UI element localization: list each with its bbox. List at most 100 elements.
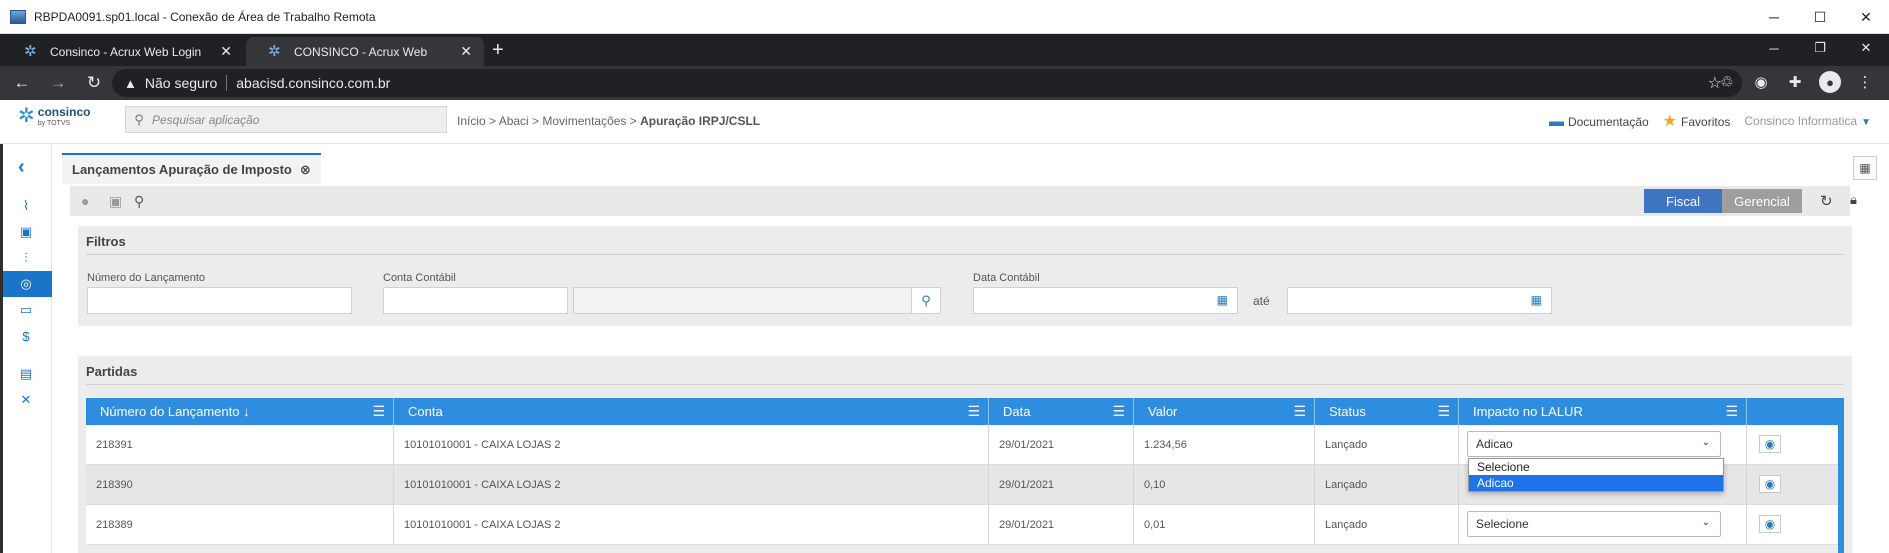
cell-numero: 218389	[86, 505, 394, 545]
column-header-label: Valor	[1148, 404, 1178, 419]
cell-actions: ◉	[1747, 465, 1844, 505]
lock-icon[interactable]: 🔒︎	[1850, 192, 1857, 208]
restore-icon[interactable]: ❐	[1797, 34, 1843, 62]
favorites-link[interactable]: ★ Favoritos	[1663, 111, 1731, 131]
eye-icon[interactable]: ◉	[1759, 435, 1781, 453]
fiscal-button[interactable]: Fiscal	[1644, 189, 1722, 213]
cell-valor: 0,01	[1134, 505, 1315, 545]
breadcrumb-path[interactable]: Início > Abaci > Movimentações >	[457, 114, 640, 128]
warning-icon: ▲	[124, 75, 137, 91]
conta-search-button[interactable]: ⚲	[911, 287, 941, 314]
impacto-select[interactable]: Adicao ⌄	[1467, 431, 1721, 457]
filters-divider	[86, 254, 1844, 255]
impacto-select[interactable]: Selecione ⌄	[1467, 511, 1721, 537]
gerencial-button[interactable]: Gerencial	[1722, 189, 1802, 213]
ate-label: até	[1253, 294, 1270, 308]
conta-descricao-field	[573, 287, 912, 314]
new-tab-icon[interactable]: +	[492, 39, 504, 62]
maximize-icon[interactable]: ☐	[1797, 0, 1843, 34]
document-icon[interactable]: ▤	[0, 361, 52, 387]
grid-scrollbar[interactable]	[1838, 425, 1844, 553]
dropdown-option-selecione[interactable]: Selecione	[1469, 459, 1723, 475]
documentation-label: Documentação	[1567, 114, 1649, 129]
column-header-impacto[interactable]: Impacto no LALUR ☰	[1459, 398, 1747, 425]
search-icon[interactable]: ⚲	[134, 193, 144, 210]
eye-icon[interactable]: ◉	[1759, 475, 1781, 493]
recycle-extension-icon[interactable]: ♲	[1717, 71, 1737, 93]
impacto-select-value: Selecione	[1476, 517, 1529, 531]
puzzle-extension-icon[interactable]: ✚	[1785, 71, 1805, 93]
data-fim-input[interactable]: ▦	[1287, 287, 1552, 314]
documentation-link[interactable]: ▬ Documentação	[1549, 113, 1649, 130]
tab-close-icon[interactable]: ✕	[460, 43, 472, 60]
column-header-label: Número do Lançamento	[100, 404, 240, 419]
export-icon[interactable]: ▦	[1853, 156, 1877, 180]
tab-lancamentos[interactable]: Lançamentos Apuração de Imposto ⊗	[62, 153, 321, 184]
chart-icon[interactable]: ⌇	[0, 193, 52, 219]
conta-contabil-input[interactable]	[383, 287, 568, 314]
rdp-title-bar: RBPDA0091.sp01.local - Conexão de Área d…	[0, 0, 1889, 34]
calendar-icon[interactable]: ▦	[1217, 293, 1228, 307]
monitor-icon[interactable]: ▭	[0, 297, 52, 323]
column-menu-icon[interactable]: ☰	[372, 403, 385, 420]
partidas-title: Partidas	[86, 364, 138, 379]
action-bar: ● ▣ ⚲ Fiscal Gerencial ↻ 🔒︎	[70, 186, 1857, 216]
tab-close-icon[interactable]: ✕	[220, 43, 232, 60]
close-icon[interactable]: ✕	[1843, 34, 1889, 62]
app-header: ✲ consinco by TOTVS ⚲ Pesquisar aplicaçã…	[0, 100, 1889, 144]
forward-icon[interactable]: →	[44, 69, 72, 97]
more-menu-icon[interactable]: ⋮	[1855, 71, 1875, 93]
save-icon[interactable]: ▣	[109, 193, 122, 210]
reload-icon[interactable]: ↻	[80, 69, 108, 97]
table-row[interactable]: 218389 10101010001 - CAIXA LOJAS 2 29/01…	[86, 505, 1844, 545]
company-selector[interactable]: Consinco Informatica ▼	[1744, 114, 1871, 128]
cell-numero: 218391	[86, 425, 394, 465]
data-inicio-input[interactable]: ▦	[973, 287, 1238, 314]
column-header-valor[interactable]: Valor ☰	[1134, 398, 1315, 425]
grid-header: Número do Lançamento ↓ ☰ Conta ☰ Data ☰ Val…	[86, 398, 1844, 425]
collapse-chevron-icon[interactable]: ‹	[18, 156, 25, 179]
column-menu-icon[interactable]: ☰	[967, 403, 980, 420]
column-header-conta[interactable]: Conta ☰	[394, 398, 989, 425]
record-extension-icon[interactable]: ◉	[1751, 71, 1771, 93]
url-text[interactable]: abacisd.consinco.com.br	[236, 75, 390, 91]
column-menu-icon[interactable]: ☰	[1437, 403, 1450, 420]
column-menu-icon[interactable]: ☰	[1725, 403, 1738, 420]
browser-tab-acrux[interactable]: ✲ CONSINCO - Acrux Web ✕	[246, 37, 484, 66]
dropdown-option-adicao[interactable]: Adicao	[1469, 475, 1723, 491]
eye-icon[interactable]: ◉	[1759, 515, 1781, 533]
close-icon[interactable]: ✕	[1843, 0, 1889, 34]
back-icon[interactable]: ←	[8, 69, 36, 97]
header-links: ▬ Documentação ★ Favoritos Consinco Inform…	[1549, 111, 1871, 131]
refresh-icon[interactable]: ↻	[1820, 192, 1833, 210]
cell-conta: 10101010001 - CAIXA LOJAS 2	[394, 505, 989, 545]
column-header-numero[interactable]: Número do Lançamento ↓ ☰	[86, 398, 394, 425]
app-search-input[interactable]: ⚲ Pesquisar aplicação	[125, 106, 447, 133]
sliders-icon[interactable]: ⫶	[0, 245, 52, 271]
minimize-icon[interactable]: ─	[1751, 34, 1797, 62]
cell-conta: 10101010001 - CAIXA LOJAS 2	[394, 425, 989, 465]
column-header-label: Impacto no LALUR	[1473, 404, 1583, 419]
money-icon[interactable]: $	[0, 323, 52, 349]
cancel-circle-icon[interactable]: ●	[81, 193, 89, 209]
column-header-status[interactable]: Status ☰	[1315, 398, 1459, 425]
tools-icon[interactable]: ✕	[0, 387, 52, 413]
browser-tab-login[interactable]: ✲ Consinco - Acrux Web Login ✕	[2, 37, 244, 66]
numero-lancamento-input[interactable]	[87, 287, 352, 314]
column-header-data[interactable]: Data ☰	[989, 398, 1134, 425]
address-bar[interactable]: ▲ Não seguro abacisd.consinco.com.br ☆	[112, 69, 1742, 97]
profile-avatar-icon[interactable]: ●	[1819, 71, 1841, 93]
column-menu-icon[interactable]: ☰	[1293, 403, 1306, 420]
column-menu-icon[interactable]: ☰	[1112, 403, 1125, 420]
data-label: Data Contábil	[973, 272, 1040, 284]
logo-name: consinco	[37, 105, 91, 119]
tab-close-icon[interactable]: ⊗	[300, 162, 311, 178]
calendar-icon[interactable]: ▦	[1531, 293, 1542, 307]
sort-down-icon[interactable]: ↓	[243, 404, 250, 419]
briefcase-icon[interactable]: ▣	[0, 219, 52, 245]
partidas-divider	[86, 384, 1844, 385]
cell-actions: ◉	[1747, 425, 1844, 465]
consinco-logo[interactable]: ✲ consinco by TOTVS	[18, 106, 90, 129]
minimize-icon[interactable]: ─	[1751, 0, 1797, 34]
accounting-icon[interactable]: ◎	[0, 271, 52, 297]
